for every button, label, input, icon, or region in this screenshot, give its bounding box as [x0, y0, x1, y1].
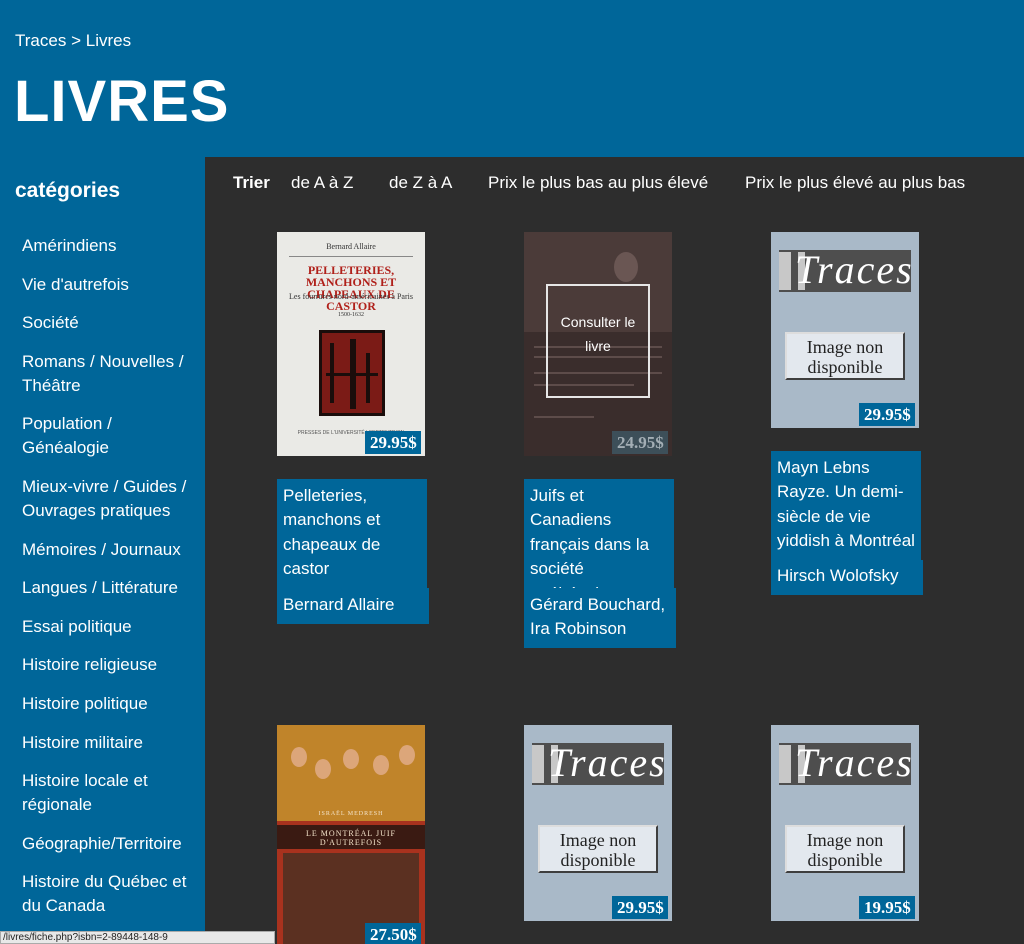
category-list: Amérindiens Vie d'autrefois Société Roma… [22, 234, 200, 933]
cover-title: LE MONTRÉAL JUIF D'AUTREFOIS [306, 829, 396, 847]
category-link[interactable]: Population / Généalogie [22, 412, 200, 460]
category-link[interactable]: Histoire religieuse [22, 653, 200, 677]
book-title-link[interactable]: Mayn Lebns Rayze. Un demi-siècle de vie … [771, 451, 921, 561]
category-sidebar: catégories Amérindiens Vie d'autrefois S… [0, 157, 205, 944]
book-cover[interactable]: Traces Image non disponible [524, 725, 672, 921]
category-link[interactable]: Histoire politique [22, 692, 200, 716]
cover-photo [277, 725, 425, 821]
price-badge: 27.50$ [365, 923, 421, 944]
book-cover[interactable]: ISRAËL MEDRESH LE MONTRÉAL JUIF D'AUTREF… [277, 725, 425, 944]
book-author-link[interactable]: Hirsch Wolofsky [771, 560, 923, 595]
sort-z-to-a-link[interactable]: de Z à A [389, 173, 452, 193]
book-grid: Trier de A à Z de Z à A Prix le plus bas… [205, 157, 1024, 944]
book-cover[interactable]: Bernard Allaire PELLETERIES, MANCHONS ET… [277, 232, 425, 456]
category-link[interactable]: Société [22, 311, 200, 335]
page-header: Traces > Livres LIVRES [0, 0, 1024, 157]
category-link[interactable]: Mémoires / Journaux [22, 538, 200, 562]
price-badge: 29.95$ [612, 896, 668, 919]
breadcrumb-separator: > [71, 31, 81, 50]
price-badge: 29.95$ [859, 403, 915, 426]
price-badge: 24.95$ [612, 431, 668, 454]
image-unavailable-box: Image non disponible [785, 332, 905, 380]
category-link[interactable]: Histoire du Québec et du Canada [22, 870, 200, 918]
breadcrumb-home-link[interactable]: Traces [15, 31, 66, 50]
price-badge: 29.95$ [365, 431, 421, 454]
sort-a-to-z-link[interactable]: de A à Z [291, 173, 353, 193]
traces-logo: Traces [779, 247, 912, 292]
page-title: LIVRES [14, 69, 230, 134]
book-title-link[interactable]: Pelleteries, manchons et chapeaux de cas… [277, 479, 427, 589]
category-link[interactable]: Romans / Nouvelles / Théâtre [22, 350, 200, 398]
book-cover[interactable]: Traces Image non disponible [771, 725, 919, 921]
cover-engraving [319, 330, 385, 416]
categories-heading: catégories [15, 179, 121, 202]
category-link[interactable]: Histoire militaire [22, 731, 200, 755]
category-link[interactable]: Histoire locale et régionale [22, 769, 200, 817]
book-author-link[interactable]: Gérard Bouchard, Ira Robinson [524, 588, 676, 648]
book-title-link[interactable]: Juifs et Canadiens français dans la soci… [524, 479, 674, 603]
image-unavailable-box: Image non disponible [538, 825, 658, 873]
cover-text-line [534, 416, 594, 418]
book-cover[interactable]: Consulter le livre [524, 232, 672, 456]
category-link[interactable]: Vie d'autrefois [22, 273, 200, 297]
breadcrumb: Traces > Livres [15, 31, 131, 51]
category-link[interactable]: Langues / Littérature [22, 576, 200, 600]
sort-price-descending-link[interactable]: Prix le plus élevé au plus bas [745, 173, 965, 193]
cover-title: PELLETERIES, MANCHONS ET CHAPEAUX DE CAS… [305, 263, 397, 313]
category-link[interactable]: Amérindiens [22, 234, 200, 258]
breadcrumb-current[interactable]: Livres [86, 31, 131, 50]
category-link[interactable]: Mieux-vivre / Guides / Ouvrages pratique… [22, 475, 200, 523]
sort-price-ascending-link[interactable]: Prix le plus bas au plus élevé [488, 173, 708, 193]
sort-bar: Trier de A à Z de Z à A Prix le plus bas… [205, 173, 1024, 197]
cover-years: 1500-1632 [338, 312, 364, 318]
price-badge: 19.95$ [859, 896, 915, 919]
cover-rule [289, 256, 413, 257]
cover-author: ISRAËL MEDRESH [318, 811, 384, 817]
consult-book-overlay[interactable]: Consulter le livre [546, 284, 650, 398]
category-link[interactable]: Géographie/Territoire [22, 832, 200, 856]
traces-logo: Traces [779, 740, 912, 785]
book-cover[interactable]: Traces Image non disponible [771, 232, 919, 428]
book-author-link[interactable]: Bernard Allaire [277, 588, 429, 624]
cover-photo-figure [614, 252, 638, 282]
sort-label: Trier [233, 173, 270, 192]
status-bar-url: /livres/fiche.php?isbn=2-89448-148-9 [0, 931, 275, 944]
cover-subtitle: Les fourrures nord-américaines à Paris [289, 292, 413, 301]
cover-author: Bernard Allaire [326, 242, 376, 251]
image-unavailable-box: Image non disponible [785, 825, 905, 873]
category-link[interactable]: Essai politique [22, 615, 200, 639]
traces-logo: Traces [532, 740, 665, 785]
